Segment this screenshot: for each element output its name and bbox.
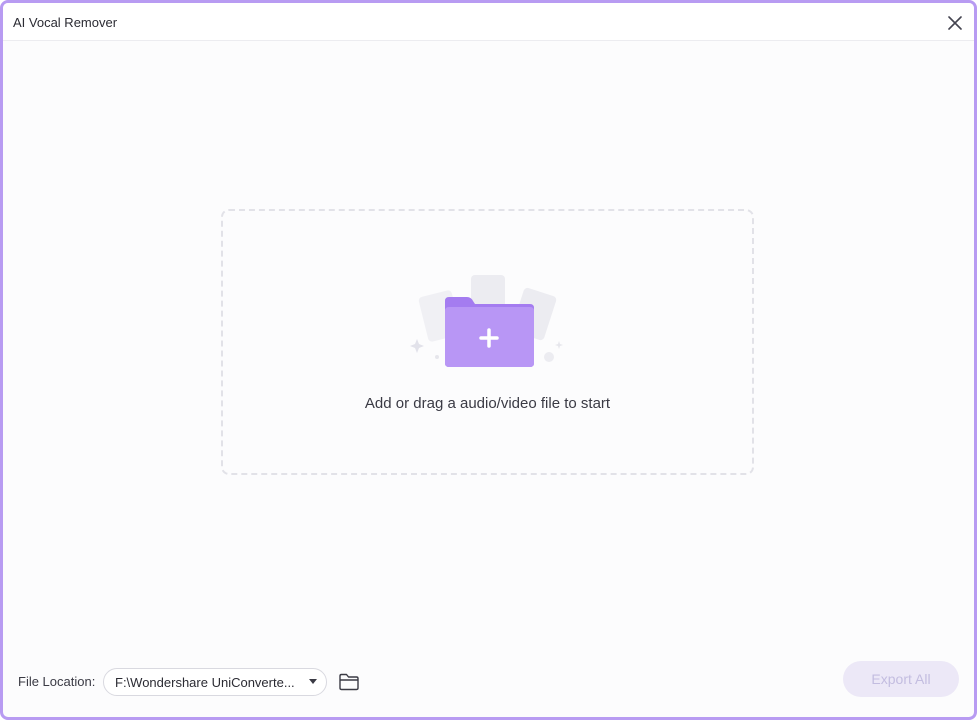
drop-zone-instruction: Add or drag a audio/video file to start bbox=[364, 395, 611, 412]
file-location-select[interactable]: F:\Wondershare UniConverte... bbox=[103, 668, 327, 696]
folder-add-icon bbox=[410, 275, 563, 367]
file-location-value: F:\Wondershare UniConverte... bbox=[115, 675, 295, 690]
window-title: AI Vocal Remover bbox=[13, 15, 118, 30]
export-all-button[interactable]: Export All bbox=[843, 661, 959, 697]
file-location-label: File Location: bbox=[18, 674, 96, 689]
close-icon bbox=[948, 16, 962, 30]
folder-open-icon bbox=[339, 673, 359, 691]
open-folder-button[interactable] bbox=[338, 672, 360, 692]
chevron-down-icon bbox=[309, 679, 317, 684]
close-button[interactable] bbox=[944, 12, 966, 34]
file-drop-zone[interactable]: Add or drag a audio/video file to start bbox=[221, 209, 754, 475]
app-window: AI Vocal Remover Add or drag a audio/vid… bbox=[0, 0, 977, 720]
title-bar: AI Vocal Remover bbox=[3, 3, 974, 41]
